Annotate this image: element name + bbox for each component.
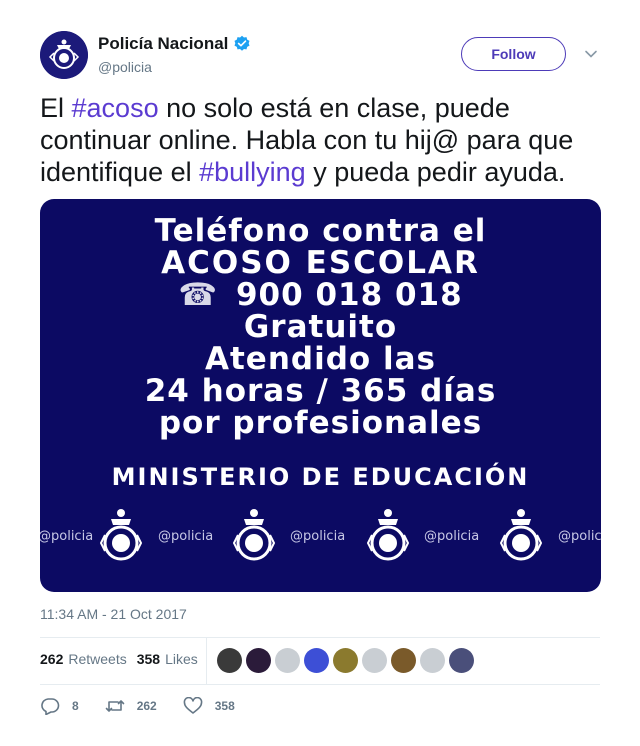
watermark-row: @policia @policia @policia @policia @pol… xyxy=(40,505,601,569)
police-emblem-icon xyxy=(500,509,542,561)
tweet-stats: 262 Retweets 358 Likes xyxy=(40,651,198,667)
follow-button[interactable]: Follow xyxy=(461,37,566,71)
image-line-subtitle: ACOSO ESCOLAR xyxy=(161,245,480,281)
hashtag-link-bullying[interactable]: #bullying xyxy=(199,157,306,187)
liker-avatar[interactable] xyxy=(449,648,474,673)
image-line-attended: Atendido las xyxy=(205,341,436,377)
liker-avatar[interactable] xyxy=(420,648,445,673)
image-line-ministry: MINISTERIO DE EDUCACIÓN xyxy=(111,463,530,491)
divider xyxy=(40,684,600,685)
chevron-down-icon[interactable] xyxy=(584,47,598,61)
likers-avatars xyxy=(217,648,478,673)
retweets-count[interactable]: 262 xyxy=(40,651,63,667)
liker-avatar[interactable] xyxy=(333,648,358,673)
like-count: 358 xyxy=(214,699,235,713)
watermark-text: @policia xyxy=(40,529,94,544)
retweets-label[interactable]: Retweets xyxy=(68,651,126,667)
tweet-actions: 8 262 358 xyxy=(40,697,261,715)
hashtag-link-acoso[interactable]: #acoso xyxy=(72,93,159,123)
account-handle[interactable]: @policia xyxy=(98,59,152,75)
verified-badge-icon xyxy=(234,35,250,51)
account-name[interactable]: Policía Nacional xyxy=(98,34,228,54)
liker-avatar[interactable] xyxy=(362,648,387,673)
police-emblem-icon xyxy=(40,31,88,79)
image-line-free: Gratuito xyxy=(243,309,398,345)
watermark-text: @policia xyxy=(558,529,601,544)
tweet-text-part: y pueda pedir ayuda. xyxy=(305,157,566,187)
tweet-header: Policía Nacional @policia Follow xyxy=(40,31,600,79)
heart-icon xyxy=(183,697,203,714)
stats-separator xyxy=(206,638,207,684)
tweet-timestamp[interactable]: 11:34 AM - 21 Oct 2017 xyxy=(40,606,187,622)
reply-icon xyxy=(41,698,60,715)
tweet-text-part: El xyxy=(40,93,72,123)
watermark-text: @policia xyxy=(290,529,346,544)
liker-avatar[interactable] xyxy=(246,648,271,673)
police-emblem-icon xyxy=(367,509,409,561)
phone-icon: ☎ xyxy=(178,277,218,313)
likes-label[interactable]: Likes xyxy=(165,651,198,667)
liker-avatar[interactable] xyxy=(391,648,416,673)
image-line-hours: 24 horas / 365 días xyxy=(144,373,497,409)
likes-count[interactable]: 358 xyxy=(137,651,160,667)
like-button[interactable]: 358 xyxy=(183,697,235,715)
police-emblem-icon xyxy=(233,509,275,561)
divider xyxy=(40,637,600,638)
image-line-phone: ☎ 900 018 018 xyxy=(40,277,601,313)
watermark-text: @policia xyxy=(158,529,214,544)
liker-avatar[interactable] xyxy=(275,648,300,673)
watermark-text: @policia xyxy=(424,529,480,544)
liker-avatar[interactable] xyxy=(304,648,329,673)
reply-button[interactable]: 8 xyxy=(40,697,79,715)
reply-count: 8 xyxy=(72,699,79,713)
image-line-title: Teléfono contra el xyxy=(154,213,487,249)
image-line-professionals: por profesionales xyxy=(158,405,483,441)
tweet-image[interactable]: Teléfono contra el ACOSO ESCOLAR ☎ 900 01… xyxy=(40,199,601,592)
phone-number: 900 018 018 xyxy=(235,277,463,313)
retweet-button[interactable]: 262 xyxy=(105,697,157,715)
retweet-icon xyxy=(105,700,124,712)
police-emblem-icon xyxy=(100,509,142,561)
avatar[interactable] xyxy=(40,31,88,79)
retweet-count: 262 xyxy=(136,699,157,713)
liker-avatar[interactable] xyxy=(217,648,242,673)
tweet-text: El #acoso no solo está en clase, puede c… xyxy=(40,92,610,188)
